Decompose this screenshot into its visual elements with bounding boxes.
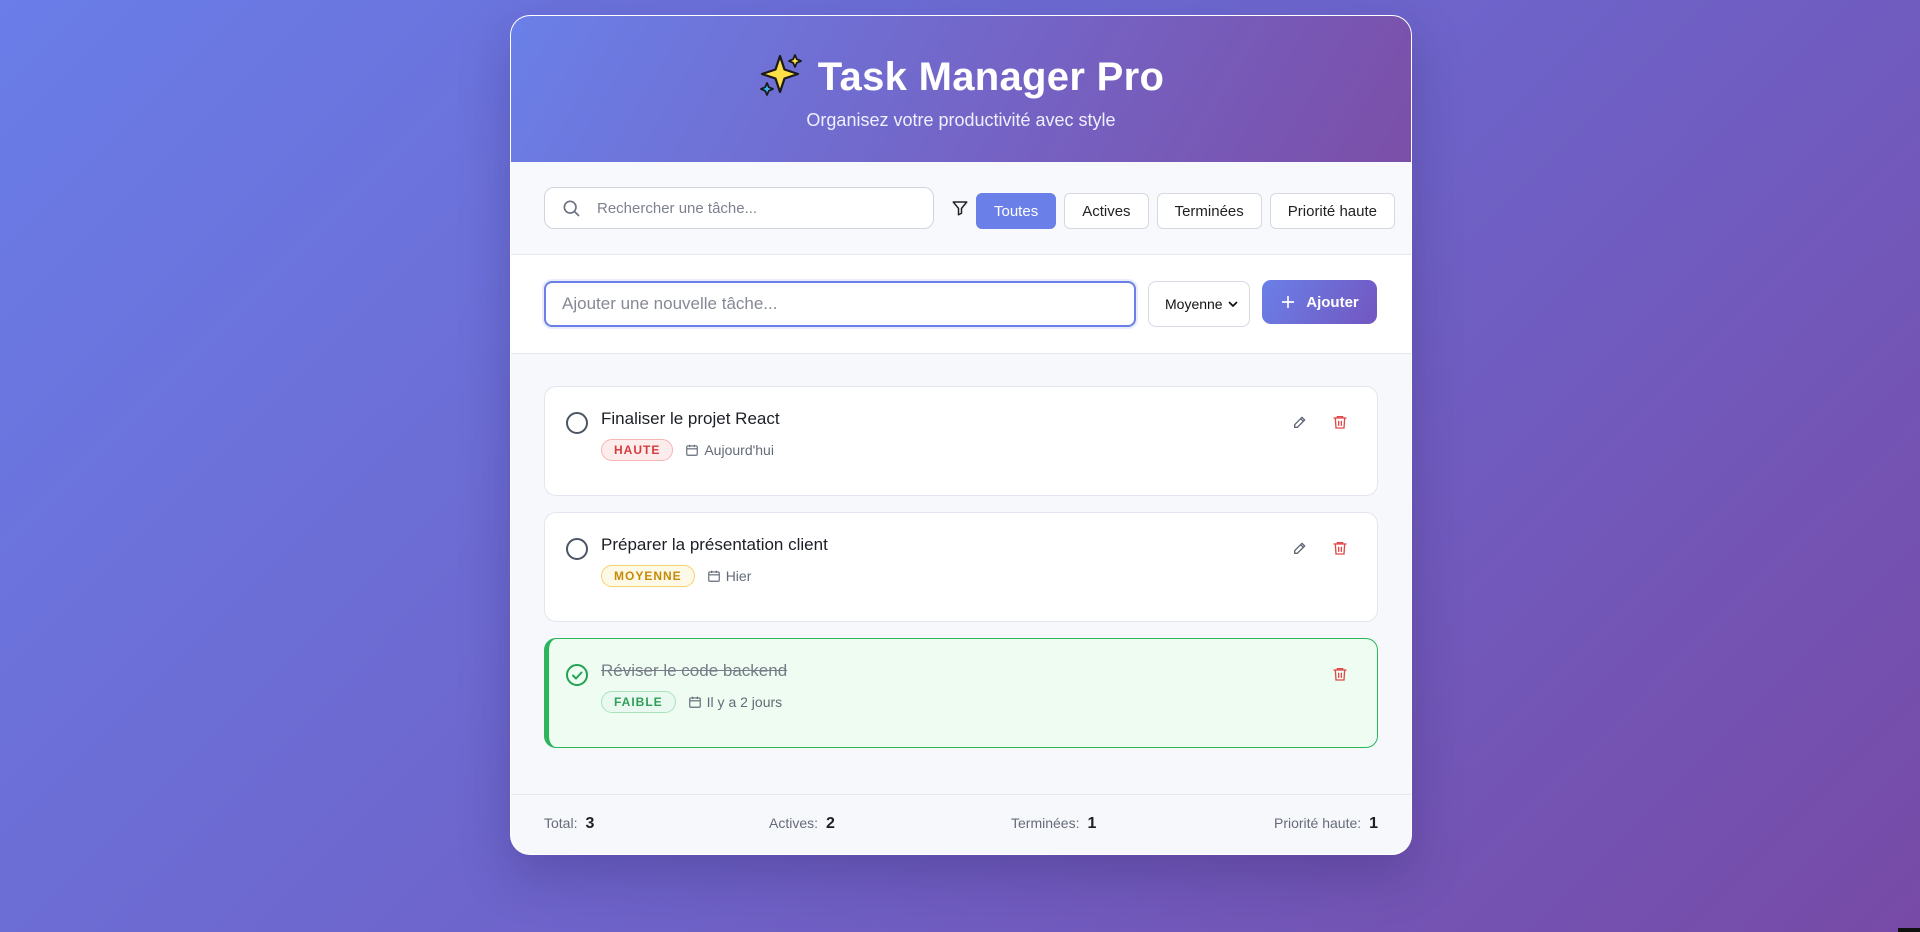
task-date-text: Hier: [725, 568, 752, 584]
stat-active-label: Actives:: [769, 815, 819, 831]
trash-icon[interactable]: [1331, 665, 1349, 683]
task-title: Préparer la présentation client: [601, 535, 828, 554]
calendar-icon: [707, 570, 720, 582]
stat-high-priority-label: Priorité haute:: [1274, 815, 1362, 831]
add-task-row: Moyenne Ajouter: [511, 255, 1411, 354]
task-date-text: Il y a 2 jours: [706, 694, 783, 710]
search-input[interactable]: [595, 198, 919, 218]
filter-high-priority-button[interactable]: Priorité haute: [1269, 193, 1395, 229]
task-date: Aujourd'hui: [685, 442, 774, 458]
task-list: Finaliser le projet React HAUTE Aujourd'…: [511, 354, 1411, 796]
add-task-button[interactable]: Ajouter: [1262, 280, 1377, 324]
priority-badge: HAUTE: [601, 439, 674, 461]
priority-select[interactable]: Moyenne: [1148, 281, 1250, 327]
app-header: Task Manager Pro Organisez votre product…: [511, 16, 1411, 162]
filter-icon: [952, 201, 968, 216]
stat-completed-value: 1: [1087, 815, 1097, 832]
app-subtitle: Organisez votre productivité avec style: [806, 110, 1116, 130]
circle-checkbox-icon[interactable]: [565, 537, 589, 561]
task-date: Il y a 2 jours: [688, 694, 782, 710]
plus-icon: [1282, 295, 1295, 309]
edit-icon[interactable]: [1291, 413, 1309, 431]
trash-icon[interactable]: [1331, 539, 1349, 557]
circle-checkbox-icon[interactable]: [565, 411, 589, 435]
filter-toolbar: Toutes Actives Terminées Priorité haute: [511, 162, 1411, 255]
chevron-down-icon: [1228, 301, 1238, 307]
task-title: Finaliser le projet React: [601, 409, 780, 428]
stat-active-value: 2: [826, 815, 835, 832]
stat-total-value: 3: [585, 815, 595, 832]
edit-icon[interactable]: [1291, 539, 1309, 557]
task-date-text: Aujourd'hui: [704, 442, 774, 458]
calendar-icon: [688, 696, 701, 708]
task-date: Hier: [707, 568, 752, 584]
priority-badge: FAIBLE: [601, 691, 676, 713]
app-title: Task Manager Pro: [817, 55, 1165, 99]
stat-high-priority: Priorité haute: 1: [1274, 815, 1378, 833]
priority-select-value: Moyenne: [1165, 296, 1223, 312]
check-circle-icon[interactable]: [565, 663, 589, 687]
filter-active-button[interactable]: Actives: [1064, 193, 1149, 229]
stat-active: Actives: 2: [769, 815, 835, 833]
filter-all-button[interactable]: Toutes: [976, 193, 1057, 229]
priority-badge: MOYENNE: [601, 565, 695, 587]
trash-icon[interactable]: [1331, 413, 1349, 431]
calendar-icon: [686, 444, 699, 456]
task-item: Finaliser le projet React HAUTE Aujourd'…: [544, 386, 1378, 496]
task-item-completed: Réviser le code backend FAIBLE Il y a 2 …: [544, 638, 1378, 748]
task-item: Préparer la présentation client MOYENNE …: [544, 512, 1378, 622]
add-task-label: Ajouter: [1306, 293, 1359, 311]
task-manager-card: Task Manager Pro Organisez votre product…: [510, 15, 1412, 855]
new-task-input[interactable]: [544, 281, 1136, 327]
stat-total-label: Total:: [544, 815, 578, 831]
search-box[interactable]: [544, 187, 934, 229]
stat-completed-label: Terminées:: [1011, 815, 1080, 831]
stat-total: Total: 3: [544, 815, 594, 833]
filter-completed-button[interactable]: Terminées: [1156, 193, 1262, 229]
search-icon: [563, 200, 580, 217]
corner-indicator: [1898, 928, 1920, 932]
stats-footer: Total: 3 Actives: 2 Terminées: 1 Priorit…: [511, 794, 1411, 854]
stat-completed: Terminées: 1: [1011, 815, 1096, 833]
task-title: Réviser le code backend: [601, 661, 788, 680]
filter-buttons: Toutes Actives Terminées Priorité haute: [976, 193, 1395, 229]
stat-high-priority-value: 1: [1369, 815, 1379, 832]
sparkles-icon: [758, 52, 804, 103]
